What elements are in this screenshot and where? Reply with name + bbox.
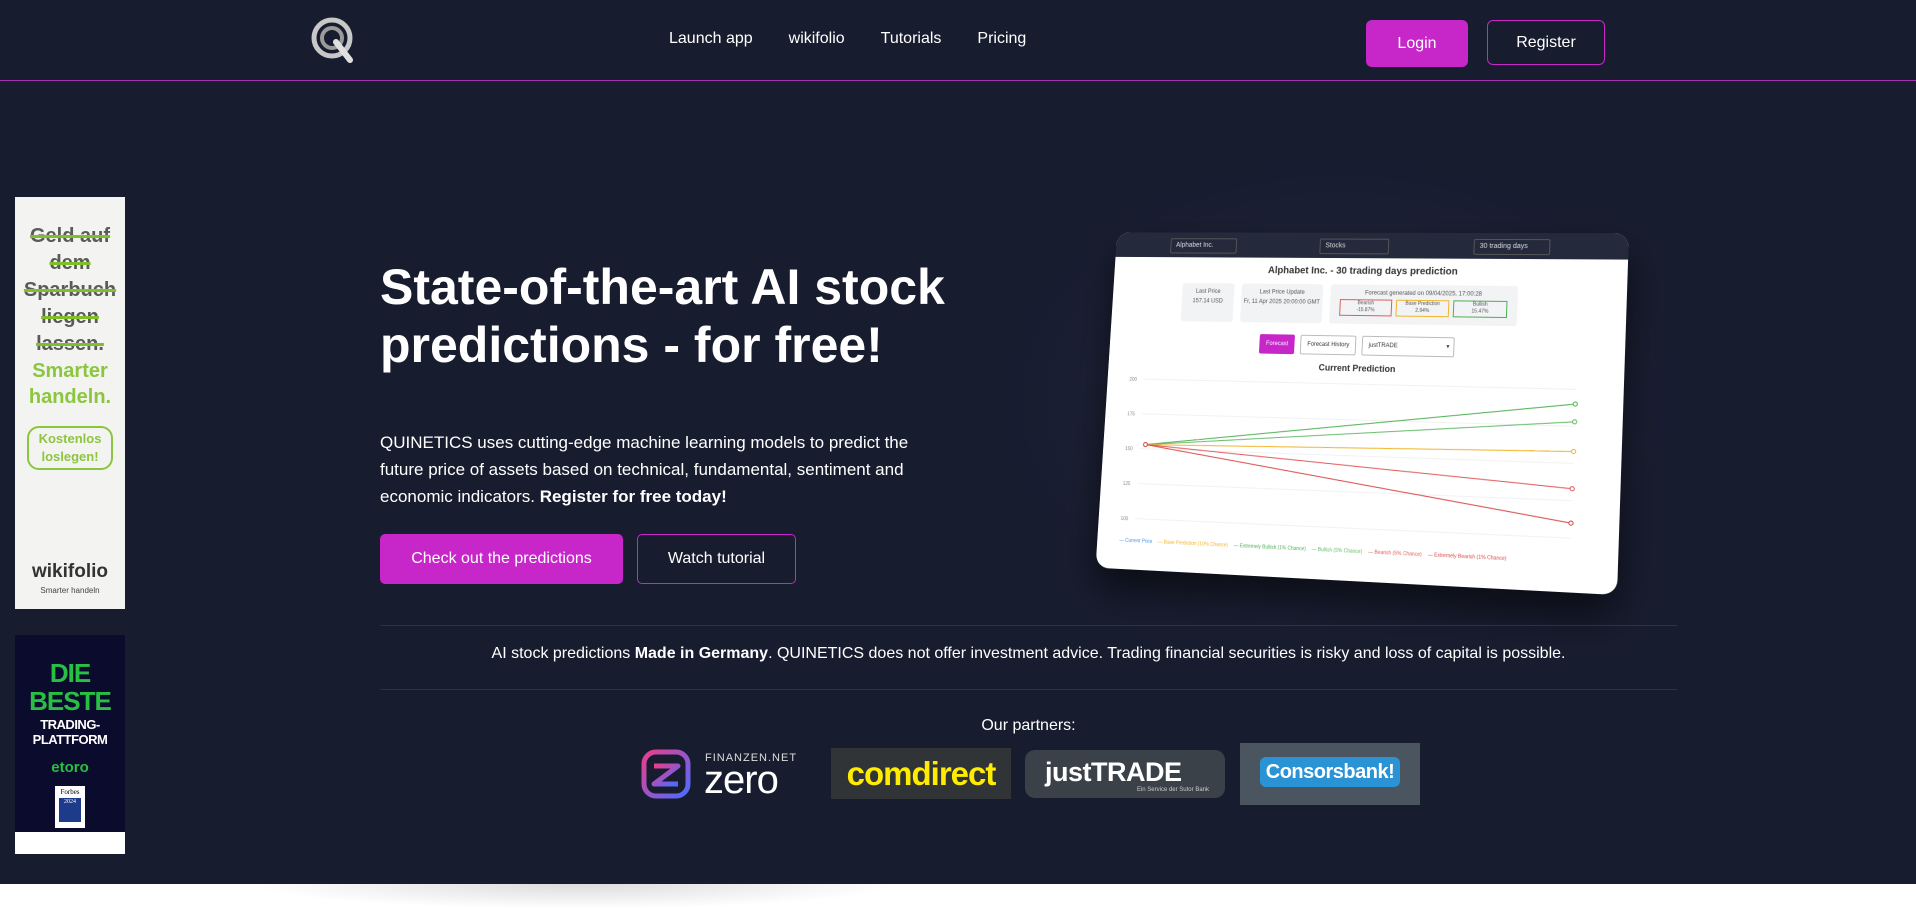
disclaimer-text: AI stock predictions Made in Germany. QU… <box>491 645 1566 662</box>
preview-card-last-price: Last Price 157.14 USD <box>1180 282 1235 322</box>
preview-asset-select: Alphabet Inc. <box>1170 238 1238 254</box>
chevron-down-icon: ▾ <box>1446 344 1450 351</box>
login-button[interactable]: Login <box>1366 20 1468 67</box>
legend-item: — Extremely Bullish (1% Chance) <box>1233 542 1306 553</box>
next-section-edge <box>0 884 1916 909</box>
series-point <box>1571 449 1575 453</box>
preview-tab-history: Forecast History <box>1300 334 1357 356</box>
wikifolio-ad[interactable]: Geld auf dem Sparbuch liegen lassen. Sma… <box>15 197 125 609</box>
register-button[interactable]: Register <box>1487 20 1605 65</box>
grid-line <box>1138 484 1572 501</box>
nav-tutorials[interactable]: Tutorials <box>881 30 942 48</box>
series-point <box>1144 443 1148 447</box>
y-tick-label: 125 <box>1123 481 1131 487</box>
preview-info-cards: Last Price 157.14 USD Last Price Update … <box>1180 282 1628 328</box>
y-tick-label: 100 <box>1120 516 1128 522</box>
justtrade-logo: justTRADE <box>1045 757 1182 787</box>
legend-item: — Bearish (5% Chance) <box>1367 549 1422 559</box>
partner-justtrade[interactable]: justTRADE Ein Service der Sutor Bank <box>1025 750 1225 798</box>
preview-title: Alphabet Inc. - 30 trading days predicti… <box>1267 265 1458 278</box>
scenario-base: Base Prediction 2.94% <box>1395 299 1450 318</box>
series-line <box>1142 445 1574 524</box>
etoro-headline: DIE BESTE <box>29 658 112 716</box>
preview-card-forecast: Forecast generated on 09/04/2025, 17:00:… <box>1329 284 1519 327</box>
nav-pricing[interactable]: Pricing <box>977 30 1026 48</box>
ad-cta-button[interactable]: Kostenlos loslegen! <box>27 426 113 470</box>
preview-tab-forecast: Forecast <box>1258 334 1296 355</box>
forbes-award-icon: 2024 <box>59 798 81 822</box>
partner-finanzen-zero[interactable]: FINANZEN.NET zero <box>640 748 796 802</box>
preview-exchange-select: justTRADE ▾ <box>1361 335 1455 358</box>
watch-tutorial-button[interactable]: Watch tutorial <box>637 534 796 584</box>
forbes-badge: Forbes 2024 <box>55 786 85 828</box>
legend-item: — Base Prediction (10% Chance) <box>1157 539 1229 549</box>
legend-item: — Extremely Bearish (1% Chance) <box>1427 552 1507 563</box>
grid-line <box>1135 519 1570 538</box>
wikifolio-brand-sub: Smarter handeln <box>40 586 100 595</box>
series-point <box>1569 521 1573 525</box>
nav-launch-app[interactable]: Launch app <box>669 30 753 48</box>
etoro-disclaimer <box>15 832 125 854</box>
partners-label: Our partners: <box>981 717 1076 734</box>
y-tick-label: 175 <box>1127 411 1135 417</box>
partner-comdirect[interactable]: comdirect <box>831 748 1011 799</box>
preview-horizon-select: 30 trading days <box>1473 238 1551 256</box>
etoro-ad[interactable]: DIE BESTE TRADING-PLATTFORM etoro Forbes… <box>15 635 125 854</box>
legend-item: — Bullish (5% Chance) <box>1311 546 1363 556</box>
ad-tagline: Smarter <box>32 360 108 382</box>
preview-card-last-update: Last Price Update Fr, 11 Apr 2025 20:00:… <box>1239 283 1324 324</box>
grid-line <box>1144 379 1576 389</box>
navbar: Launch app wikifolio Tutorials Pricing L… <box>0 0 1916 81</box>
series-point <box>1570 487 1574 491</box>
y-tick-label: 150 <box>1125 446 1133 452</box>
etoro-logo: etoro <box>51 759 89 776</box>
scenario-bearish: Bearish -15.87% <box>1339 299 1393 317</box>
hero-register-cta-text: Register for free today! <box>539 487 727 506</box>
preview-scenarios: Bearish -15.87% Base Prediction 2.94% Bull… <box>1329 299 1517 319</box>
hero-description: QUINETICS uses cutting-edge machine lear… <box>380 433 909 506</box>
app-preview-screenshot: Alphabet Inc. Stocks 30 trading days Alp… <box>1095 232 1629 596</box>
preview-toolbar: Alphabet Inc. Stocks 30 trading days <box>1115 232 1629 260</box>
quinetics-logo-icon[interactable] <box>310 16 358 64</box>
divider-bottom <box>380 689 1677 690</box>
series-point <box>1572 420 1576 424</box>
ad-strike-text: Geld auf dem Sparbuch liegen lassen. <box>23 225 117 355</box>
prediction-chart: 200 175 150 125 100 <box>1120 377 1586 549</box>
preview-tabs: Forecast Forecast History justTRADE ▾ <box>1258 334 1626 361</box>
partner-consorsbank[interactable]: Consorsbank! <box>1240 743 1420 805</box>
nav-wikifolio[interactable]: wikifolio <box>789 30 845 48</box>
series-line <box>1144 445 1574 489</box>
preview-category-select: Stocks <box>1319 238 1390 255</box>
y-tick-label: 200 <box>1129 377 1137 383</box>
hero-title: State-of-the-art AI stock predictions - … <box>380 259 945 373</box>
zero-logo-icon <box>641 749 691 799</box>
divider-top <box>380 625 1677 626</box>
main-nav: Launch app wikifolio Tutorials Pricing <box>669 30 1026 48</box>
wikifolio-brand: wikifolio <box>32 561 108 582</box>
series-line <box>1145 393 1575 459</box>
series-point <box>1573 402 1577 406</box>
legend-item: — Current Price <box>1119 537 1153 545</box>
ad-tagline-2: handeln. <box>28 386 112 408</box>
scenario-bullish: Bullish 15.47% <box>1452 300 1508 319</box>
check-predictions-button[interactable]: Check out the predictions <box>380 534 623 584</box>
